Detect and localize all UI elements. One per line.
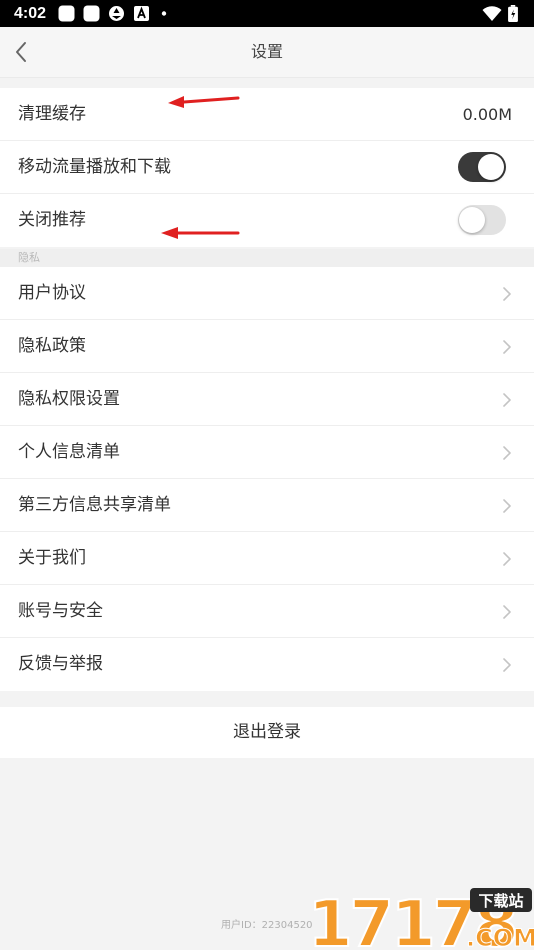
user-agreement-label: 用户协议 (18, 283, 86, 303)
personal-info-list-row[interactable]: 个人信息清单 (0, 426, 534, 479)
about-us-row[interactable]: 关于我们 (0, 532, 534, 585)
wifi-icon (482, 6, 502, 21)
account-security-row[interactable]: 账号与安全 (0, 585, 534, 638)
user-agreement-row[interactable]: 用户协议 (0, 267, 534, 320)
logout-button[interactable]: 退出登录 (0, 707, 534, 758)
mobile-data-playback-row: 移动流量播放和下载 (0, 141, 534, 194)
toggle-knob (478, 154, 504, 180)
clear-cache-label: 清理缓存 (18, 104, 86, 124)
personal-info-list-label: 个人信息清单 (18, 442, 120, 462)
dot-icon (161, 11, 167, 16)
app-square-icon (83, 5, 100, 22)
privacy-permissions-row[interactable]: 隐私权限设置 (0, 373, 534, 426)
chevron-right-icon (503, 340, 511, 354)
third-party-sharing-row[interactable]: 第三方信息共享清单 (0, 479, 534, 532)
toggle-knob (459, 207, 485, 233)
page-title: 设置 (250, 42, 283, 61)
privacy-policy-label: 隐私政策 (18, 336, 86, 356)
feedback-report-label: 反馈与举报 (18, 654, 103, 674)
chevron-right-icon (503, 499, 511, 513)
cache-size-value: 0.00M (462, 105, 512, 124)
chevron-right-icon (503, 446, 511, 460)
disable-recommendations-row: 关闭推荐 (0, 194, 534, 247)
privacy-permissions-label: 隐私权限设置 (18, 389, 120, 409)
watermark-badge: 下载站 (478, 892, 523, 910)
chevron-right-icon (503, 287, 511, 301)
privacy-policy-row[interactable]: 隐私政策 (0, 320, 534, 373)
app-square-icon (58, 5, 75, 22)
text-a-icon (134, 6, 149, 21)
watermark-logo: 17178 下载站 .COM (307, 887, 534, 950)
account-security-label: 账号与安全 (18, 601, 103, 621)
user-id-text: 用户ID：22304520 (221, 920, 313, 931)
header-bar: 设置 (0, 27, 534, 78)
privacy-section-label: 隐私 (18, 251, 40, 264)
disable-recommendations-toggle[interactable] (458, 205, 506, 235)
disable-recommendations-label: 关闭推荐 (18, 210, 86, 230)
recycle-icon (109, 6, 124, 21)
chevron-right-icon (503, 393, 511, 407)
status-bar: 4:02 (0, 0, 534, 27)
privacy-settings-list: 用户协议 隐私政策 隐私权限设置 个人信息清单 第三方信息共享清单 关于我们 账… (0, 267, 534, 691)
watermark-suffix: .COM (466, 924, 534, 950)
clear-cache-row[interactable]: 清理缓存 0.00M (0, 88, 534, 141)
third-party-sharing-label: 第三方信息共享清单 (18, 495, 171, 515)
annotation-arrow-icon (168, 96, 240, 108)
mobile-data-playback-toggle[interactable] (458, 152, 506, 182)
chevron-right-icon (503, 605, 511, 619)
feedback-report-row[interactable]: 反馈与举报 (0, 638, 534, 691)
about-us-label: 关于我们 (18, 548, 86, 568)
mobile-data-playback-label: 移动流量播放和下载 (18, 157, 171, 177)
logout-label: 退出登录 (233, 722, 301, 742)
chevron-right-icon (503, 552, 511, 566)
status-time: 4:02 (14, 5, 47, 22)
privacy-section-header: 隐私 (0, 249, 534, 267)
battery-icon (508, 5, 518, 22)
chevron-right-icon (503, 658, 511, 672)
general-settings-list: 清理缓存 0.00M 移动流量播放和下载 关闭推荐 (0, 88, 534, 247)
annotation-arrow-icon (161, 227, 240, 239)
